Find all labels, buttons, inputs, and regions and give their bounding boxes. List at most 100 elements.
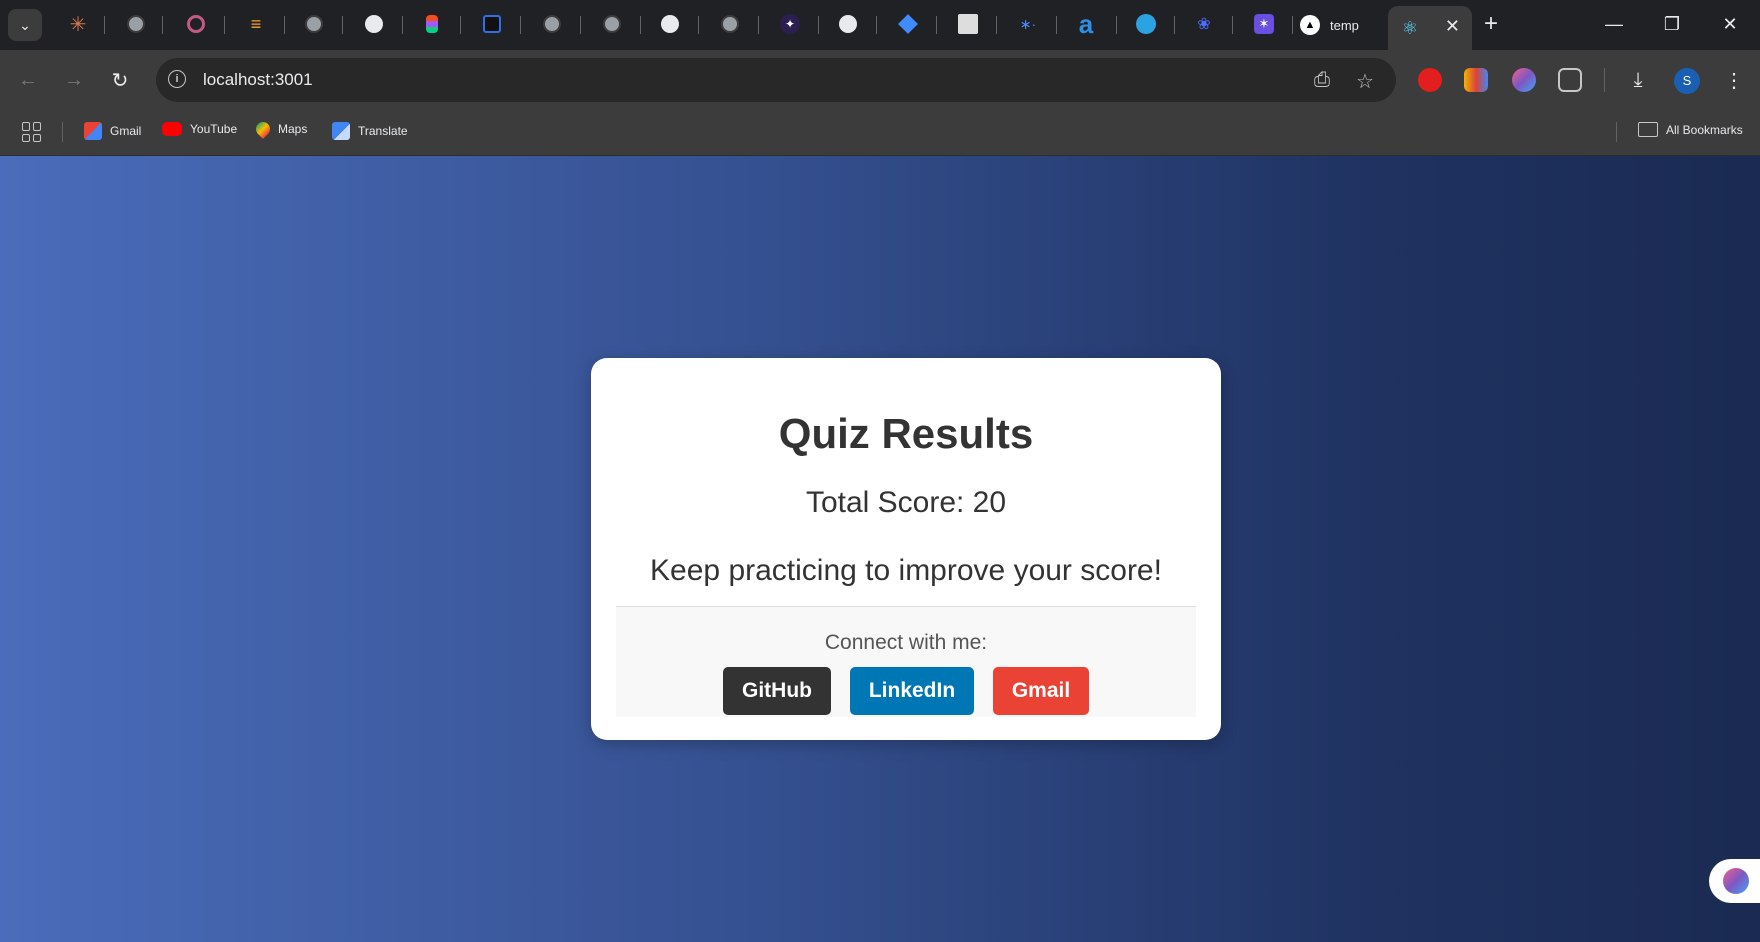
apps-grid-icon[interactable] [22, 122, 42, 142]
github-icon [365, 15, 383, 33]
chevron-down-icon: ⌄ [19, 16, 31, 33]
tab-telegram[interactable] [1134, 12, 1158, 36]
tab-search-button[interactable]: ⌄ [8, 9, 42, 41]
arrow-left-icon: ← [18, 68, 38, 91]
social-links-section: Connect with me: GitHub LinkedIn Gmail [616, 606, 1196, 717]
azure-icon: a [1078, 9, 1094, 39]
folder-icon [1638, 122, 1658, 137]
maps-pin-icon [253, 119, 273, 139]
bookmark-maps[interactable]: Maps [253, 119, 308, 139]
social-label: Connect with me: [824, 631, 988, 654]
bookmark-label: Translate [358, 124, 408, 138]
telegram-icon [1136, 14, 1156, 34]
tab-separator [996, 16, 997, 34]
menu-button[interactable]: ⋮ [1718, 64, 1750, 96]
claude-icon: ✳ [69, 13, 87, 36]
globe-icon [721, 15, 739, 33]
brain-extension-icon[interactable] [1512, 68, 1536, 92]
all-bookmarks-button[interactable]: All Bookmarks [1638, 122, 1743, 137]
tab-globe-4[interactable] [600, 12, 624, 36]
new-tab-button[interactable]: + [1484, 10, 1498, 38]
bookmarks-bar: Gmail YouTube Maps Translate All Bookmar… [0, 110, 1760, 156]
tab-github-1[interactable] [362, 12, 386, 36]
adblock-extension-icon[interactable] [1418, 68, 1442, 92]
diamond-icon [898, 14, 918, 34]
tab-separator [1174, 16, 1175, 34]
downloads-button[interactable]: ⤓ [1622, 64, 1654, 96]
bookmark-star-icon[interactable]: ☆ [1356, 69, 1374, 94]
tab-illustration[interactable] [956, 12, 980, 36]
stack-icon: ≡ [250, 13, 262, 34]
tab-separator [580, 16, 581, 34]
restore-button[interactable]: ❐ [1652, 8, 1692, 40]
globe-icon [603, 15, 621, 33]
tab-star[interactable]: ✶ [1252, 12, 1276, 36]
ring-icon [187, 15, 205, 33]
quiz-results-card: Quiz Results Total Score: 20 Keep practi… [591, 358, 1221, 740]
tab-separator [1056, 16, 1057, 34]
tab-azure[interactable]: a [1074, 9, 1098, 39]
globe-icon [305, 15, 323, 33]
tab-globe-2[interactable] [302, 12, 326, 36]
forward-button[interactable]: → [58, 64, 90, 96]
github-button[interactable]: GitHub [723, 667, 831, 715]
profile-avatar[interactable]: S [1674, 68, 1700, 94]
linkedin-button[interactable]: LinkedIn [850, 667, 974, 715]
tab-strip: ⌄ ✳ ≡ ✦ ∗· a ❀ ✶ ▲ temp ⚛ ✕ + — ❐ ✕ [0, 0, 1760, 50]
tab-react-app[interactable]: ⚛ ✕ [1388, 6, 1472, 50]
install-app-icon[interactable]: ⎙ [1314, 69, 1330, 92]
tab-separator [460, 16, 461, 34]
tab-separator [936, 16, 937, 34]
reload-button[interactable]: ↻ [104, 64, 136, 96]
site-info-icon[interactable]: i [168, 70, 186, 88]
app-icon [483, 15, 501, 33]
tab-separator [640, 16, 641, 34]
gmail-button[interactable]: Gmail [993, 667, 1089, 715]
tab-separator [1232, 16, 1233, 34]
tab-globe-3[interactable] [540, 12, 564, 36]
tab-dots[interactable]: ∗· [1016, 12, 1040, 36]
youtube-icon [162, 122, 182, 136]
kebab-menu-icon: ⋮ [1724, 69, 1744, 92]
gmail-icon [84, 122, 102, 140]
tab-separator [224, 16, 225, 34]
page-background: Quiz Results Total Score: 20 Keep practi… [0, 156, 1760, 942]
bookmark-youtube[interactable]: YouTube [162, 122, 237, 136]
close-window-button[interactable]: ✕ [1710, 8, 1750, 40]
bookmark-separator [62, 122, 63, 142]
extensions-puzzle-icon[interactable] [1558, 68, 1582, 92]
tab-deepseek[interactable]: ❀ [1192, 12, 1216, 36]
tab-github-3[interactable] [836, 12, 860, 36]
tab-sourcegraph[interactable]: ≡ [244, 12, 268, 36]
bookmark-translate[interactable]: Translate [332, 122, 408, 140]
feedback-message: Keep practicing to improve your score! [650, 554, 1162, 587]
url-text[interactable]: localhost:3001 [203, 70, 313, 90]
reload-icon: ↻ [111, 69, 129, 92]
back-button[interactable]: ← [12, 64, 44, 96]
tab-github-2[interactable] [658, 12, 682, 36]
address-bar[interactable]: i localhost:3001 ⎙ ☆ [156, 58, 1396, 102]
tab-temp[interactable]: ▲ temp [1300, 9, 1382, 41]
minimize-button[interactable]: — [1594, 8, 1634, 40]
tab-sparkle[interactable]: ✦ [778, 12, 802, 36]
tab-figma[interactable] [420, 12, 444, 36]
star-icon: ✶ [1254, 14, 1274, 34]
tab-globe-1[interactable] [124, 12, 148, 36]
bookmark-label: Maps [278, 122, 308, 136]
floating-assistant-button[interactable] [1709, 859, 1760, 903]
tab-claude[interactable]: ✳ [66, 12, 90, 36]
tab-opera[interactable] [184, 12, 208, 36]
tab-separator [284, 16, 285, 34]
bookmark-gmail[interactable]: Gmail [84, 122, 141, 140]
tab-app[interactable] [480, 12, 504, 36]
tab-codeium[interactable] [896, 12, 920, 36]
all-bookmarks-label: All Bookmarks [1666, 122, 1743, 137]
bookmark-separator [1616, 122, 1617, 142]
brain-icon [1723, 868, 1749, 894]
close-tab-icon[interactable]: ✕ [1445, 16, 1460, 37]
tab-globe-5[interactable] [718, 12, 742, 36]
rainbow-extension-icon[interactable] [1464, 68, 1488, 92]
tab-separator [162, 16, 163, 34]
image-icon [958, 14, 978, 34]
dots-icon: ∗· [1019, 15, 1037, 32]
